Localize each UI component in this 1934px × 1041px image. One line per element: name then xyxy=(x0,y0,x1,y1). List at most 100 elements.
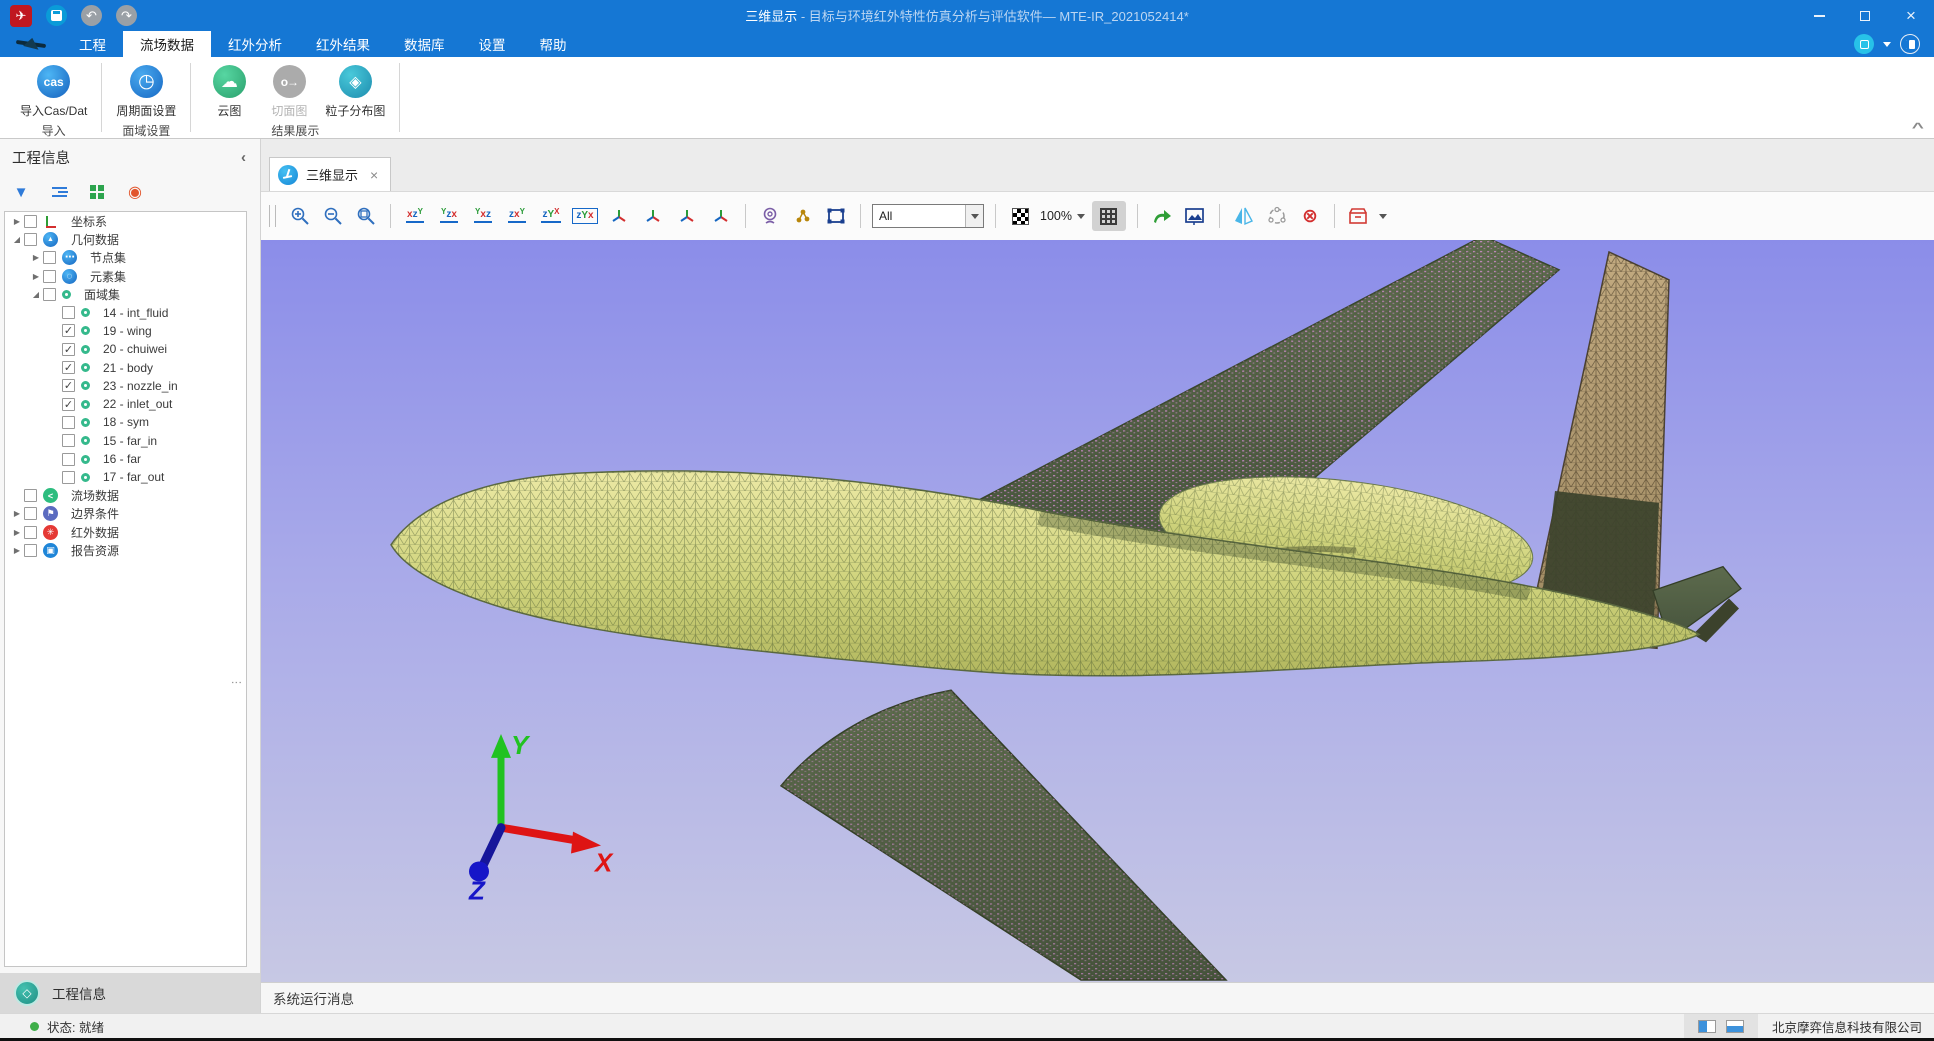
explode-icon[interactable] xyxy=(790,201,816,231)
expander-icon[interactable]: ◢ xyxy=(10,235,24,244)
tab-3d-view[interactable]: 三维显示 × xyxy=(269,157,391,191)
filter-icon[interactable] xyxy=(12,183,30,201)
tree-item[interactable]: ▶ 报告资源 xyxy=(5,541,246,559)
grid-view-icon[interactable] xyxy=(88,183,106,201)
tree-item-checkbox[interactable] xyxy=(24,526,37,539)
tree-item-checkbox[interactable] xyxy=(43,251,56,264)
view-orientation-button[interactable]: zxY xyxy=(504,201,530,231)
quick-view-button[interactable] xyxy=(1854,34,1874,54)
tree-item[interactable]: 18 - sym xyxy=(5,413,246,431)
ribbon-button[interactable]: 导入Cas/Dat xyxy=(16,61,91,119)
menu-item[interactable]: 帮助 xyxy=(523,31,584,57)
tree-item[interactable]: ▶ 坐标系 xyxy=(5,212,246,230)
dropdown-button[interactable] xyxy=(965,205,983,227)
view-orientation-button[interactable]: Yxz xyxy=(470,201,496,231)
tree-item-checkbox[interactable] xyxy=(62,416,75,429)
locate-icon[interactable] xyxy=(126,183,144,201)
tree-item-checkbox[interactable] xyxy=(62,306,75,319)
tree-item[interactable]: 16 - far xyxy=(5,450,246,468)
tree-item-checkbox[interactable] xyxy=(62,471,75,484)
splitter-handle[interactable]: ⋮ xyxy=(230,677,243,686)
view-orientation-button[interactable]: xzY xyxy=(402,201,428,231)
expander-icon[interactable]: ▶ xyxy=(10,509,24,518)
restore-button[interactable] xyxy=(1842,0,1888,31)
tree-item-checkbox[interactable] xyxy=(24,215,37,228)
tree-item[interactable]: ▶ 边界条件 xyxy=(5,505,246,523)
select-box-icon[interactable] xyxy=(823,201,849,231)
toggle-left-panel-icon[interactable] xyxy=(1698,1020,1716,1033)
expander-icon[interactable]: ▶ xyxy=(29,272,43,281)
view-isometric-button[interactable] xyxy=(708,201,734,231)
view-isometric-button[interactable] xyxy=(606,201,632,231)
tree-item-checkbox[interactable] xyxy=(62,398,75,411)
menu-item[interactable]: 红外结果 xyxy=(299,31,387,57)
tree-item-checkbox[interactable] xyxy=(62,324,75,337)
expander-icon[interactable]: ▶ xyxy=(10,546,24,555)
list-view-icon[interactable] xyxy=(50,183,68,201)
tree-item-checkbox[interactable] xyxy=(24,507,37,520)
background-checker-icon[interactable] xyxy=(1007,201,1033,231)
toolbar-grip[interactable] xyxy=(269,205,276,227)
tree-item-checkbox[interactable] xyxy=(62,361,75,374)
redo-button[interactable]: ↷ xyxy=(116,5,137,26)
view-orientation-button[interactable]: zYX xyxy=(538,201,564,231)
smooth-shade-icon[interactable] xyxy=(1264,201,1290,231)
tree-item-checkbox[interactable] xyxy=(43,270,56,283)
zoom-extents-icon[interactable] xyxy=(353,201,379,231)
expander-icon[interactable]: ▶ xyxy=(10,528,24,537)
save-button[interactable] xyxy=(46,5,67,26)
mirror-icon[interactable] xyxy=(1231,201,1257,231)
panel-collapse-button[interactable]: ‹ xyxy=(241,149,246,166)
tree-item-checkbox[interactable] xyxy=(24,544,37,557)
tree-item[interactable]: 22 - inlet_out xyxy=(5,395,246,413)
tree-item[interactable]: 23 - nozzle_in xyxy=(5,377,246,395)
tree-item-checkbox[interactable] xyxy=(24,489,37,502)
tree-item[interactable]: 21 - body xyxy=(5,358,246,376)
tree-item[interactable]: 流场数据 xyxy=(5,486,246,504)
tree-item[interactable]: 19 - wing xyxy=(5,322,246,340)
ribbon-collapse-button[interactable]: ^ xyxy=(1912,120,1924,135)
view-orientation-button[interactable]: zYx xyxy=(572,201,598,231)
tree-item[interactable]: 14 - int_fluid xyxy=(5,303,246,321)
tree-item-checkbox[interactable] xyxy=(43,288,56,301)
chevron-down-icon[interactable] xyxy=(1883,42,1891,47)
ribbon-button[interactable]: 周期面设置 xyxy=(112,61,180,119)
tree-item[interactable]: 20 - chuiwei xyxy=(5,340,246,358)
layout-button[interactable] xyxy=(1900,34,1920,54)
toggle-bottom-panel-icon[interactable] xyxy=(1726,1020,1744,1033)
ribbon-button[interactable]: 云图 xyxy=(201,61,257,119)
close-button[interactable]: × xyxy=(1888,0,1934,31)
display-filter-dropdown[interactable]: All xyxy=(872,204,984,228)
export-arrow-icon[interactable] xyxy=(1149,201,1175,231)
grid-toggle-button[interactable] xyxy=(1092,201,1126,231)
tree-item-checkbox[interactable] xyxy=(62,379,75,392)
section-package-icon[interactable] xyxy=(1346,201,1372,231)
minimize-button[interactable] xyxy=(1796,0,1842,31)
tree-item-checkbox[interactable] xyxy=(62,434,75,447)
tree-item[interactable]: ◢ 面域集 xyxy=(5,285,246,303)
expander-icon[interactable]: ▶ xyxy=(29,253,43,262)
menu-item[interactable]: 工程 xyxy=(62,31,123,57)
probe-icon[interactable] xyxy=(757,201,783,231)
tree-item-checkbox[interactable] xyxy=(62,343,75,356)
expander-icon[interactable]: ◢ xyxy=(29,290,43,299)
zoom-level-control[interactable]: 100% xyxy=(1040,209,1085,223)
undo-button[interactable]: ↶ xyxy=(81,5,102,26)
menu-item[interactable]: 设置 xyxy=(462,31,523,57)
menu-item[interactable]: 红外分析 xyxy=(211,31,299,57)
expander-icon[interactable]: ▶ xyxy=(10,217,24,226)
view-isometric-button[interactable] xyxy=(640,201,666,231)
chevron-down-icon[interactable] xyxy=(1379,214,1387,219)
tab-close-icon[interactable]: × xyxy=(370,167,378,183)
viewport-3d[interactable]: Y X Z xyxy=(261,240,1934,982)
view-orientation-button[interactable]: Yzx xyxy=(436,201,462,231)
tree-item-checkbox[interactable] xyxy=(62,453,75,466)
menu-item[interactable]: 数据库 xyxy=(387,31,462,57)
tree-item-checkbox[interactable] xyxy=(24,233,37,246)
menu-item[interactable]: 流场数据 xyxy=(123,31,211,57)
clear-icon[interactable]: ⊗ xyxy=(1297,201,1323,231)
panel-selector[interactable]: 工程信息 xyxy=(0,973,260,1013)
ribbon-button[interactable]: 粒子分布图 xyxy=(321,61,389,119)
ribbon-button[interactable]: 切面图 xyxy=(261,61,317,119)
tree-item[interactable]: ◢ 几何数据 xyxy=(5,230,246,248)
